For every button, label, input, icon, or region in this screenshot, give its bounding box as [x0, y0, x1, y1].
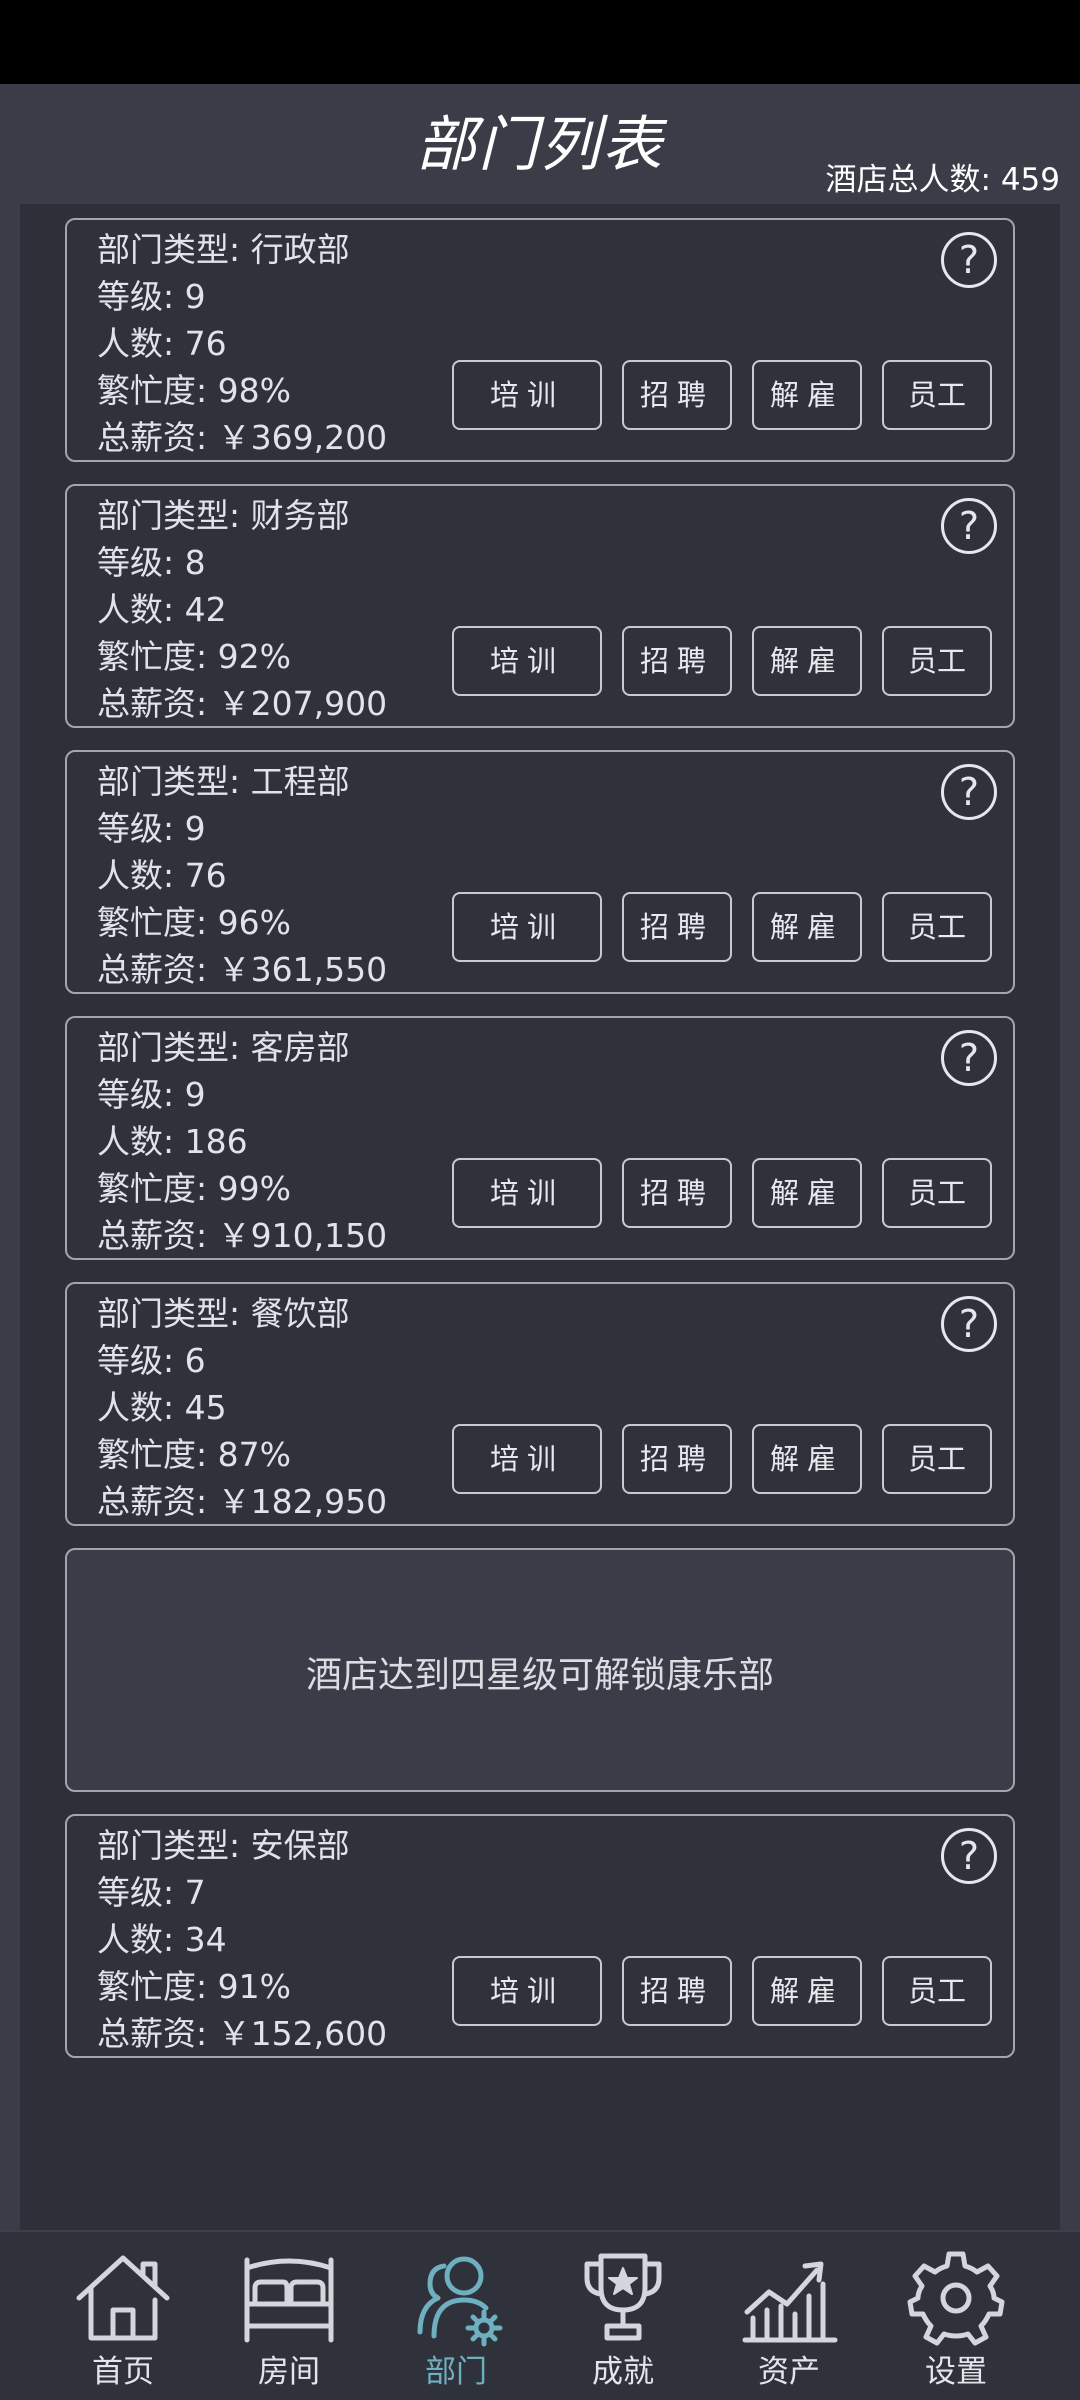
department-list[interactable]: 部门类型: 行政部 等级: 9 人数: 76 繁忙度: 98% 总薪资: ￥36…	[20, 204, 1060, 2230]
department-count: 人数: 45	[97, 1388, 227, 1427]
help-icon[interactable]: ?	[941, 1030, 997, 1086]
department-type: 部门类型: 餐饮部	[97, 1294, 350, 1333]
department-info: 部门类型: 安保部 等级: 7 人数: 34 繁忙度: 91% 总薪资: ￥15…	[97, 1822, 387, 2057]
department-icon	[417, 2256, 503, 2347]
department-type: 部门类型: 客房部	[97, 1028, 350, 1067]
nav-label: 首页	[92, 2354, 154, 2390]
header: 部门列表 酒店总人数: 459	[0, 84, 1080, 204]
department-count: 人数: 76	[97, 856, 227, 895]
department-type: 部门类型: 安保部	[97, 1826, 350, 1865]
department-level: 等级: 9	[97, 1075, 206, 1114]
staff-button[interactable]: 员工	[882, 1956, 992, 2026]
trophy-icon	[584, 2253, 662, 2341]
department-salary: 总薪资: ￥910,150	[97, 1216, 388, 1255]
fire-button[interactable]: 解雇	[752, 892, 862, 962]
department-salary: 总薪资: ￥361,550	[97, 950, 388, 989]
department-level: 等级: 6	[97, 1341, 206, 1380]
fire-button[interactable]: 解雇	[752, 626, 862, 696]
nav-item-rooms[interactable]: 房间	[209, 2232, 369, 2400]
department-card: 部门类型: 安保部 等级: 7 人数: 34 繁忙度: 91% 总薪资: ￥15…	[65, 1814, 1015, 2058]
help-icon[interactable]: ?	[941, 232, 997, 288]
train-button[interactable]: 培训	[452, 1424, 602, 1494]
bottom-nav: 首页 房间 部门 成就 资产 设置	[0, 2230, 1080, 2400]
department-card: 部门类型: 餐饮部 等级: 6 人数: 45 繁忙度: 87% 总薪资: ￥18…	[65, 1282, 1015, 1526]
department-count: 人数: 76	[97, 324, 227, 363]
department-busy: 繁忙度: 98%	[97, 371, 291, 410]
department-type: 部门类型: 工程部	[97, 762, 350, 801]
department-card: 部门类型: 工程部 等级: 9 人数: 76 繁忙度: 96% 总薪资: ￥36…	[65, 750, 1015, 994]
locked-department-text: 酒店达到四星级可解锁康乐部	[305, 1655, 774, 1696]
fire-button[interactable]: 解雇	[752, 1158, 862, 1228]
department-busy: 繁忙度: 99%	[97, 1169, 291, 1208]
department-salary: 总薪资: ￥369,200	[97, 418, 388, 457]
hire-button[interactable]: 招聘	[622, 892, 732, 962]
gear-icon	[907, 2251, 1005, 2346]
help-icon[interactable]: ?	[941, 764, 997, 820]
department-count: 人数: 186	[97, 1122, 248, 1161]
staff-button[interactable]: 员工	[882, 892, 992, 962]
nav-label: 房间	[258, 2354, 320, 2390]
fire-button[interactable]: 解雇	[752, 360, 862, 430]
department-count: 人数: 42	[97, 590, 227, 629]
help-icon[interactable]: ?	[941, 1828, 997, 1884]
nav-item-department[interactable]: 部门	[376, 2232, 536, 2400]
hire-button[interactable]: 招聘	[622, 360, 732, 430]
department-busy: 繁忙度: 91%	[97, 1967, 291, 2006]
status-bar	[0, 0, 1080, 84]
train-button[interactable]: 培训	[452, 626, 602, 696]
department-count: 人数: 34	[97, 1920, 227, 1959]
nav-label: 部门	[425, 2354, 487, 2390]
hire-button[interactable]: 招聘	[622, 1424, 732, 1494]
help-icon[interactable]: ?	[941, 498, 997, 554]
bed-icon	[244, 2257, 334, 2343]
department-busy: 繁忙度: 96%	[97, 903, 291, 942]
locked-department-card: 酒店达到四星级可解锁康乐部	[65, 1548, 1015, 1792]
department-level: 等级: 9	[97, 277, 206, 316]
nav-item-home[interactable]: 首页	[43, 2232, 203, 2400]
nav-label: 成就	[592, 2354, 654, 2390]
train-button[interactable]: 培训	[452, 892, 602, 962]
train-button[interactable]: 培训	[452, 360, 602, 430]
staff-button[interactable]: 员工	[882, 1424, 992, 1494]
train-button[interactable]: 培训	[452, 1956, 602, 2026]
department-type: 部门类型: 财务部	[97, 496, 350, 535]
nav-item-assets[interactable]: 资产	[709, 2232, 869, 2400]
department-salary: 总薪资: ￥152,600	[97, 2014, 388, 2053]
department-info: 部门类型: 行政部 等级: 9 人数: 76 繁忙度: 98% 总薪资: ￥36…	[97, 226, 387, 461]
staff-button[interactable]: 员工	[882, 626, 992, 696]
department-card: 部门类型: 行政部 等级: 9 人数: 76 繁忙度: 98% 总薪资: ￥36…	[65, 218, 1015, 462]
department-salary: 总薪资: ￥182,950	[97, 1482, 388, 1521]
staff-button[interactable]: 员工	[882, 360, 992, 430]
department-salary: 总薪资: ￥207,900	[97, 684, 388, 723]
nav-label: 设置	[925, 2354, 987, 2390]
total-staff-count: 酒店总人数: 459	[825, 162, 1060, 198]
department-type: 部门类型: 行政部	[97, 230, 350, 269]
department-info: 部门类型: 财务部 等级: 8 人数: 42 繁忙度: 92% 总薪资: ￥20…	[97, 492, 387, 727]
hire-button[interactable]: 招聘	[622, 626, 732, 696]
department-info: 部门类型: 餐饮部 等级: 6 人数: 45 繁忙度: 87% 总薪资: ￥18…	[97, 1290, 387, 1525]
department-busy: 繁忙度: 87%	[97, 1435, 291, 1474]
chart-icon	[742, 2261, 838, 2343]
department-info: 部门类型: 工程部 等级: 9 人数: 76 繁忙度: 96% 总薪资: ￥36…	[97, 758, 387, 993]
hire-button[interactable]: 招聘	[622, 1956, 732, 2026]
nav-item-achievements[interactable]: 成就	[543, 2232, 703, 2400]
department-busy: 繁忙度: 92%	[97, 637, 291, 676]
department-card: 部门类型: 客房部 等级: 9 人数: 186 繁忙度: 99% 总薪资: ￥9…	[65, 1016, 1015, 1260]
nav-item-settings[interactable]: 设置	[876, 2232, 1036, 2400]
staff-button[interactable]: 员工	[882, 1158, 992, 1228]
home-icon	[76, 2255, 170, 2341]
fire-button[interactable]: 解雇	[752, 1956, 862, 2026]
nav-label: 资产	[758, 2354, 820, 2390]
department-level: 等级: 7	[97, 1873, 206, 1912]
help-icon[interactable]: ?	[941, 1296, 997, 1352]
department-level: 等级: 9	[97, 809, 206, 848]
fire-button[interactable]: 解雇	[752, 1424, 862, 1494]
train-button[interactable]: 培训	[452, 1158, 602, 1228]
department-level: 等级: 8	[97, 543, 206, 582]
hire-button[interactable]: 招聘	[622, 1158, 732, 1228]
department-info: 部门类型: 客房部 等级: 9 人数: 186 繁忙度: 99% 总薪资: ￥9…	[97, 1024, 387, 1259]
department-card: 部门类型: 财务部 等级: 8 人数: 42 繁忙度: 92% 总薪资: ￥20…	[65, 484, 1015, 728]
